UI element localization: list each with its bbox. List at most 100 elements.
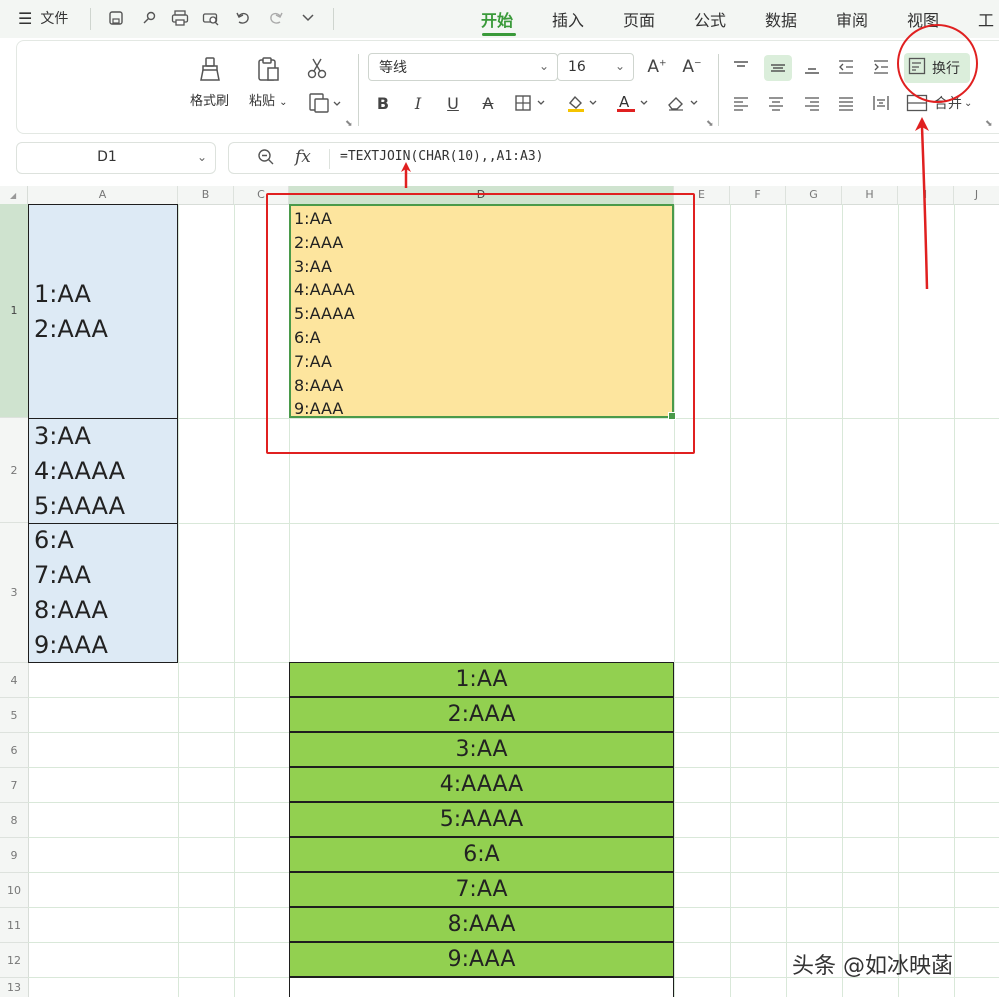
format-painter-label: 格式刷 [190, 94, 230, 109]
row-header-13[interactable]: 13 [0, 978, 28, 997]
annotation-highlight-circle [897, 24, 978, 103]
print-preview-icon[interactable] [200, 8, 222, 28]
font-group-launcher[interactable]: ⬊ [706, 119, 714, 129]
column-header-a[interactable]: A [28, 186, 178, 204]
select-all-corner[interactable]: ◢ [0, 186, 28, 204]
align-bottom-icon[interactable] [800, 56, 824, 78]
separator [718, 54, 719, 126]
font-name-value: 等线 [379, 60, 407, 76]
column-header-b[interactable]: B [178, 186, 234, 204]
bold-icon[interactable]: B [371, 92, 395, 114]
row-header-1[interactable]: 1 [0, 204, 28, 418]
cell-d10[interactable]: 7:AA [289, 872, 674, 907]
decrease-indent-icon[interactable] [834, 56, 858, 78]
cell-d11[interactable]: 8:AAA [289, 907, 674, 942]
name-box[interactable]: D1 ⌄ [16, 142, 216, 174]
cell-d6[interactable]: 3:AA [289, 732, 674, 767]
column-header-f[interactable]: F [730, 186, 786, 204]
column-header-g[interactable]: G [786, 186, 842, 204]
column-header-j[interactable]: J [954, 186, 999, 204]
cell-d5[interactable]: 2:AAA [289, 697, 674, 732]
tab-home[interactable]: 开始 [481, 6, 513, 32]
copy-icon[interactable] [306, 92, 344, 114]
paste-button[interactable]: 粘贴 ⌄ [249, 54, 288, 109]
alignment-group-launcher[interactable]: ⬊ [985, 119, 993, 129]
align-center-icon[interactable] [764, 92, 788, 114]
cell-line: 8:AAA [34, 596, 108, 624]
gridline [178, 204, 179, 997]
chevron-down-icon: ⌄ [538, 59, 549, 73]
cell-d8[interactable]: 5:AAAA [289, 802, 674, 837]
row-header-7[interactable]: 7 [0, 768, 28, 803]
fill-color-icon[interactable] [563, 92, 603, 114]
row-header-6[interactable]: 6 [0, 733, 28, 768]
export-icon[interactable] [138, 8, 160, 28]
row-header-11[interactable]: 11 [0, 908, 28, 943]
row-header-bar: 1 2 3 4 5 6 7 8 9 10 11 12 13 [0, 204, 29, 997]
cell-d13[interactable] [289, 977, 674, 997]
tab-insert[interactable]: 插入 [552, 6, 584, 32]
clipboard-group-launcher[interactable]: ⬊ [345, 119, 353, 129]
cell-d7[interactable]: 4:AAAA [289, 767, 674, 802]
annotation-arrow-up [915, 117, 929, 290]
formula-bar: fx =TEXTJOIN(CHAR(10),,A1:A3) [228, 142, 999, 174]
chevron-down-icon[interactable] [297, 8, 319, 28]
align-right-icon[interactable] [800, 92, 824, 114]
cell-d4[interactable]: 1:AA [289, 662, 674, 697]
underline-icon[interactable]: U [441, 92, 465, 114]
redo-icon[interactable] [265, 8, 287, 28]
row-header-5[interactable]: 5 [0, 698, 28, 733]
row-header-3[interactable]: 3 [0, 523, 28, 663]
chevron-down-icon: ⌄ [614, 59, 625, 73]
cell-a3[interactable]: 6:A 7:AA 8:AAA 9:AAA [28, 523, 178, 663]
cell-a2[interactable]: 3:AA 4:AAAA 5:AAAA [28, 418, 178, 524]
font-color-icon[interactable]: A [613, 92, 653, 114]
column-header-h[interactable]: H [842, 186, 898, 204]
increase-indent-icon[interactable] [869, 56, 893, 78]
distributed-align-icon[interactable] [869, 92, 893, 114]
strikethrough-icon[interactable]: A [476, 92, 500, 114]
align-top-icon[interactable] [729, 56, 753, 78]
tab-tools[interactable]: 工 [978, 6, 994, 32]
row-header-12[interactable]: 12 [0, 943, 28, 978]
tab-page[interactable]: 页面 [623, 6, 655, 32]
annotation-arrow-up [401, 162, 411, 188]
row-header-2[interactable]: 2 [0, 418, 28, 523]
italic-icon[interactable]: I [406, 92, 430, 114]
gridline [730, 204, 731, 997]
cell-line: 4:AAAA [34, 456, 126, 485]
cell-a1[interactable]: 1:AA 2:AAA [28, 204, 178, 419]
tab-formula[interactable]: 公式 [694, 6, 726, 32]
zoom-out-icon[interactable] [257, 148, 275, 170]
cell-d12[interactable]: 9:AAA [289, 942, 674, 977]
tab-data[interactable]: 数据 [765, 6, 797, 32]
increase-font-icon[interactable]: A+ [645, 56, 669, 78]
print-icon[interactable] [169, 8, 191, 28]
cell-line: 5:AAAA [34, 491, 126, 520]
formula-input[interactable]: =TEXTJOIN(CHAR(10),,A1:A3) [340, 149, 544, 164]
cell-d9[interactable]: 6:A [289, 837, 674, 872]
borders-icon[interactable] [512, 92, 552, 114]
font-name-select[interactable]: 等线 ⌄ [368, 53, 558, 81]
file-menu[interactable]: ☰ 文件 [18, 6, 68, 30]
fx-icon[interactable]: fx [295, 147, 311, 167]
menu-bar: ☰ 文件 开始 插入 页面 公式 数据 审阅 视图 工 [0, 0, 999, 38]
row-header-9[interactable]: 9 [0, 838, 28, 873]
annotation-highlight-box [266, 193, 695, 454]
separator [90, 8, 91, 30]
decrease-font-icon[interactable]: A− [680, 56, 704, 78]
tab-review[interactable]: 审阅 [836, 6, 868, 32]
justify-icon[interactable] [834, 92, 858, 114]
row-header-8[interactable]: 8 [0, 803, 28, 838]
brush-icon [195, 54, 225, 84]
font-size-select[interactable]: 16 ⌄ [557, 53, 634, 81]
scissors-icon[interactable] [304, 56, 330, 80]
align-left-icon[interactable] [729, 92, 753, 114]
align-middle-icon[interactable] [764, 55, 792, 81]
undo-icon[interactable] [232, 8, 254, 28]
row-header-4[interactable]: 4 [0, 663, 28, 698]
save-icon[interactable] [105, 8, 127, 28]
format-painter-button[interactable]: 格式刷 [190, 54, 229, 109]
eraser-icon[interactable] [663, 92, 703, 114]
row-header-10[interactable]: 10 [0, 873, 28, 908]
